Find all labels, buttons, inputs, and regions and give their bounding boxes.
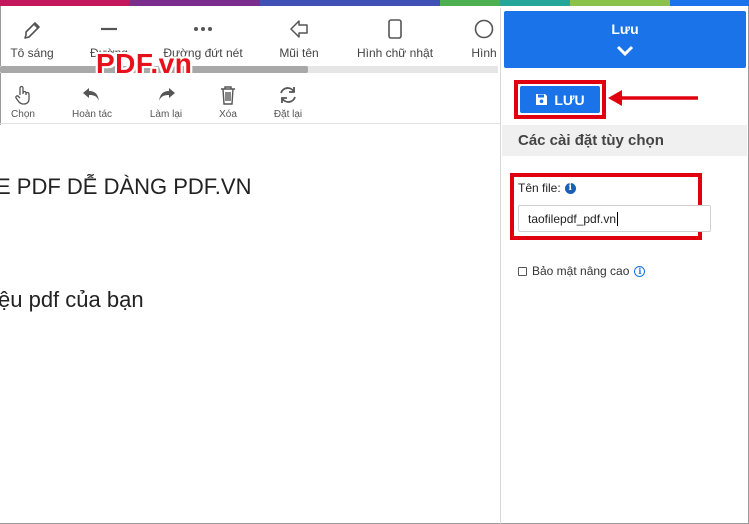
save-panel-header[interactable]: Lưu	[504, 11, 746, 68]
action-redo[interactable]: Làm lại	[136, 80, 196, 124]
action-label: Chọn	[11, 109, 35, 120]
highlighter-icon	[24, 22, 40, 39]
tool-label: Tô sáng	[10, 46, 54, 60]
action-label: Hoàn tác	[71, 109, 113, 120]
hand-pointer-icon	[15, 85, 30, 105]
redo-icon	[159, 88, 175, 101]
action-select[interactable]: Chọn	[0, 80, 53, 124]
tool-label: Mũi tên	[279, 46, 319, 60]
action-reset[interactable]: Đặt lại	[258, 80, 318, 124]
watermark-logo: PDF.vn	[96, 48, 193, 79]
advanced-security-option[interactable]: Bảo mật nâng cao i	[518, 264, 646, 278]
dashed-line-icon	[194, 27, 212, 31]
file-name-value: taofilepdf_pdf.vn	[528, 212, 617, 226]
document-canvas[interactable]: E PDF DỄ DÀNG PDF.VN ệu pdf của bạn	[0, 125, 500, 523]
pointer-arrow-annotation	[608, 90, 698, 106]
reset-icon	[280, 87, 296, 103]
tool-rectangle[interactable]: Hình chữ nhật	[355, 8, 435, 66]
tool-label: Hình chữ nhật	[356, 46, 434, 60]
chevron-down-icon	[616, 45, 634, 57]
save-button-label: LƯU	[554, 91, 585, 108]
text-caret	[617, 212, 619, 226]
document-text-line: ệu pdf của bạn	[0, 287, 144, 312]
drawing-toolbar: Tô sáng Đường Đường đứt nét Mũi tên Hình…	[0, 8, 500, 66]
action-label: Làm lại	[149, 109, 183, 120]
file-name-label-text: Tên file:	[518, 181, 561, 195]
action-label: Xóa	[219, 109, 237, 120]
color-strip	[0, 0, 749, 6]
action-delete[interactable]: Xóa	[198, 80, 258, 124]
toolbar-scrollbar[interactable]	[0, 66, 498, 73]
trash-icon	[221, 86, 235, 105]
action-label: Đặt lại	[273, 109, 303, 120]
tool-highlight[interactable]: Tô sáng	[0, 8, 72, 66]
advanced-security-label: Bảo mật nâng cao	[532, 264, 630, 278]
panel-divider	[500, 8, 501, 524]
options-section-title: Các cài đặt tùy chọn	[502, 125, 747, 156]
action-toolbar: Chọn Hoàn tác Làm lại Xóa Đặt lại	[0, 76, 500, 124]
tool-arrow[interactable]: Mũi tên	[259, 8, 339, 66]
document-text-line: E PDF DỄ DÀNG PDF.VN	[0, 174, 252, 199]
ellipse-icon	[474, 19, 494, 39]
line-icon	[101, 27, 117, 31]
file-name-input[interactable]: taofilepdf_pdf.vn	[518, 205, 711, 232]
undo-icon	[83, 88, 99, 101]
info-icon[interactable]: i	[564, 182, 576, 194]
floppy-disk-icon	[536, 94, 548, 105]
arrow-icon	[290, 20, 308, 38]
rectangle-icon	[388, 19, 402, 39]
file-name-label: Tên file: i	[518, 181, 576, 195]
advanced-security-checkbox[interactable]	[518, 266, 527, 276]
save-button[interactable]: LƯU	[520, 86, 600, 113]
save-panel-title: Lưu	[611, 21, 639, 37]
action-undo[interactable]: Hoàn tác	[62, 80, 122, 124]
info-icon[interactable]: i	[634, 265, 646, 277]
